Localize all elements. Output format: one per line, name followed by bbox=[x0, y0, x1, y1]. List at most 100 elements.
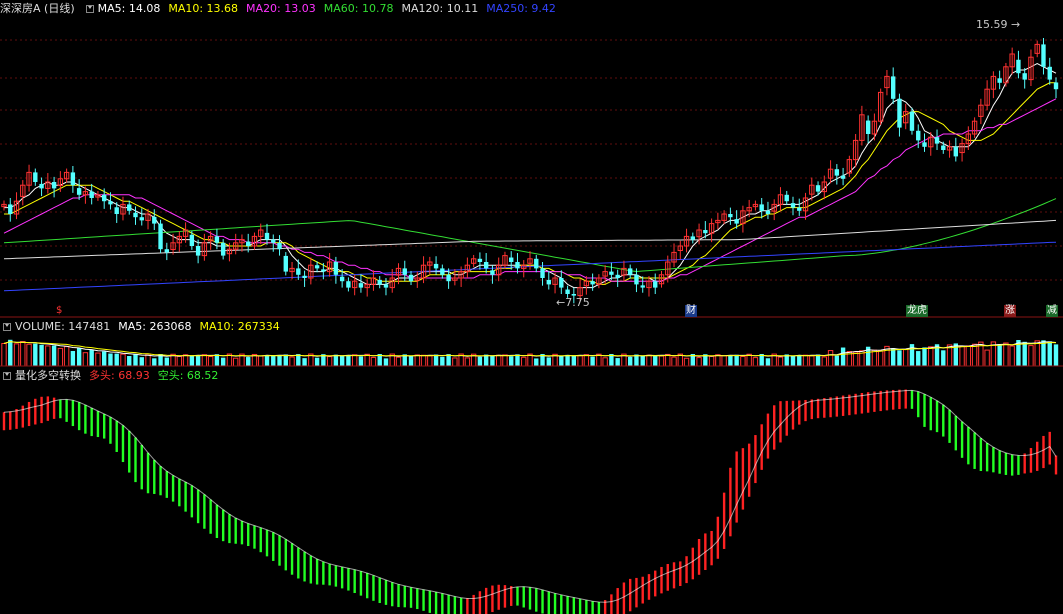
indicator-bar-145 bbox=[910, 390, 914, 409]
ma120-legend: MA120: 10.11 bbox=[401, 2, 479, 15]
indicator-bar-22 bbox=[140, 444, 143, 490]
indicator-bar-34 bbox=[215, 504, 219, 538]
volume-bar-166 bbox=[1041, 340, 1046, 366]
price-legend: 深深房A (日线) MA5: 14.08 MA10: 13.68 MA20: 1… bbox=[0, 0, 564, 18]
indicator-bar-49 bbox=[309, 555, 313, 584]
volume-bar-19 bbox=[120, 353, 126, 367]
candle-body-142 bbox=[890, 76, 896, 99]
indicator-bar-90 bbox=[566, 596, 569, 614]
volume-bar-154 bbox=[965, 345, 972, 367]
candle-body-64 bbox=[402, 268, 407, 275]
candle-body-78 bbox=[490, 270, 495, 275]
candle-body-47 bbox=[296, 268, 301, 275]
marker-dollar[interactable]: $ bbox=[55, 305, 63, 317]
volume-bar-10 bbox=[63, 346, 70, 367]
volume-bar-26 bbox=[164, 357, 170, 366]
volume-bar-82 bbox=[515, 354, 520, 366]
stock-chart bbox=[0, 38, 1063, 614]
candle-body-16 bbox=[101, 194, 107, 202]
indicator-bar-31 bbox=[196, 489, 200, 524]
volume-bar-43 bbox=[271, 355, 276, 366]
indicator-bar-92 bbox=[578, 598, 582, 614]
indicator-bar-28 bbox=[178, 478, 181, 507]
volume-bar-124 bbox=[777, 356, 784, 367]
indicator-bar-114 bbox=[716, 516, 720, 559]
marker-reduce[interactable]: 减 bbox=[1046, 305, 1058, 317]
marker-dragon-tiger[interactable]: 龙虎 bbox=[906, 305, 928, 317]
volume-bar-70 bbox=[440, 356, 445, 366]
candle-body-12 bbox=[76, 188, 82, 195]
indicator-bar-104 bbox=[654, 570, 657, 597]
indicator-bar-27 bbox=[171, 475, 175, 502]
candle-body-17 bbox=[108, 201, 113, 205]
indicator-bar-57 bbox=[359, 571, 363, 596]
volume-bar-67 bbox=[420, 354, 427, 367]
candle-body-39 bbox=[246, 241, 251, 246]
indicator-bar-69 bbox=[434, 591, 438, 614]
volume-bar-35 bbox=[220, 357, 226, 366]
indicator-bar-81 bbox=[510, 586, 513, 606]
volume-bars bbox=[1, 339, 1059, 367]
indicator-bar-4 bbox=[27, 401, 31, 427]
volume-bar-140 bbox=[877, 350, 884, 367]
indicator-bar-150 bbox=[942, 404, 945, 437]
volume-legend-toggle[interactable] bbox=[3, 323, 11, 331]
volume-bar-18 bbox=[114, 353, 119, 366]
candle-body-21 bbox=[133, 212, 138, 218]
volume-bar-56 bbox=[351, 354, 358, 367]
volume-bar-146 bbox=[916, 351, 921, 366]
indicator-bar-100 bbox=[628, 578, 632, 612]
marker-finance-text: 财 bbox=[686, 305, 696, 316]
candle-body-133 bbox=[834, 169, 840, 176]
indicator-bar-16 bbox=[102, 413, 106, 439]
indicator-bar-107 bbox=[672, 562, 676, 589]
indicator-bar-108 bbox=[679, 561, 682, 587]
candle-body-168 bbox=[1053, 82, 1059, 90]
volume-bar-81 bbox=[509, 356, 514, 366]
candle-body-150 bbox=[941, 145, 946, 150]
indicator-bar-79 bbox=[497, 584, 500, 610]
candle-body-70 bbox=[440, 268, 445, 275]
indicator-lines bbox=[3, 389, 1057, 603]
volume-bar-4 bbox=[26, 343, 32, 367]
volume-bar-144 bbox=[903, 348, 909, 367]
volume-bar-61 bbox=[383, 358, 389, 366]
volume-bar-107 bbox=[671, 356, 677, 367]
indicator-legend-toggle[interactable] bbox=[3, 372, 11, 380]
volume-bar-41 bbox=[258, 355, 264, 367]
indicator-bar-7 bbox=[46, 396, 50, 421]
indicator-bar-44 bbox=[278, 535, 281, 566]
indicator-bar-106 bbox=[666, 563, 669, 591]
volume-bar-163 bbox=[1022, 341, 1027, 366]
candle-body-130 bbox=[815, 185, 821, 192]
volume-bar-87 bbox=[546, 357, 551, 366]
indicator-bar-97 bbox=[610, 594, 613, 614]
indicator-bar-89 bbox=[560, 594, 563, 614]
indicator-bar-43 bbox=[272, 532, 275, 561]
indicator-bar-157 bbox=[985, 442, 989, 472]
volume-bar-117 bbox=[734, 354, 739, 366]
volume-bar-7 bbox=[45, 345, 51, 367]
price-legend-toggle[interactable] bbox=[85, 5, 94, 13]
indicator-bar-152 bbox=[954, 415, 958, 451]
indicator-bar-23 bbox=[146, 452, 150, 494]
indicator-bar-142 bbox=[891, 389, 895, 410]
marker-finance[interactable]: 财 bbox=[685, 305, 697, 317]
volume-bar-52 bbox=[326, 356, 333, 367]
volume-bar-98 bbox=[615, 358, 620, 366]
indicator-bar-73 bbox=[459, 597, 463, 614]
indicator-bar-45 bbox=[284, 539, 287, 571]
indicator-bar-52 bbox=[328, 563, 331, 586]
indicator-bar-148 bbox=[929, 397, 932, 431]
marker-rise[interactable]: 涨 bbox=[1004, 305, 1016, 317]
ma10-legend: MA10: 13.68 bbox=[168, 2, 239, 15]
indicator-bar-33 bbox=[209, 499, 212, 534]
candle-body-65 bbox=[408, 274, 414, 282]
indicator-bar-77 bbox=[484, 587, 488, 614]
indicator-bar-64 bbox=[403, 585, 406, 608]
candle-body-100 bbox=[627, 268, 633, 275]
candle-body-71 bbox=[446, 274, 451, 282]
low-price-value: 7.75 bbox=[565, 296, 590, 309]
indicator-bar-25 bbox=[159, 466, 162, 496]
indicator-bar-39 bbox=[247, 523, 250, 547]
